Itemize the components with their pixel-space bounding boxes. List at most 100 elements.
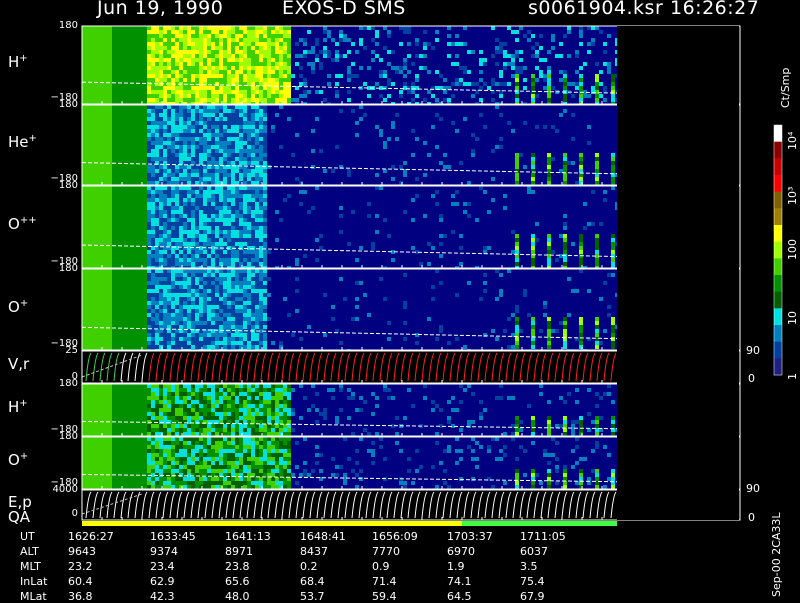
spectro-cell (215, 34, 219, 38)
spectro-cell (259, 305, 263, 309)
spectro-cell (159, 66, 163, 70)
spectro-cell (587, 26, 591, 30)
spectro-cell (159, 449, 163, 453)
spectro-cell (187, 26, 191, 30)
spectro-cell (211, 38, 215, 42)
spectro-cell (263, 388, 267, 392)
spectro-cell (199, 424, 203, 428)
spectro-cell (155, 485, 159, 489)
spectro-cell (183, 206, 187, 210)
spectro-cell (235, 117, 239, 121)
spectro-cell (511, 396, 515, 400)
spectro-cell (159, 445, 163, 449)
spectro-cell (379, 133, 383, 137)
spectro-cell (399, 42, 403, 46)
spectro-cell (163, 181, 167, 185)
spectro-cell (199, 169, 203, 173)
spectro-cell (175, 341, 179, 345)
spectro-cell (211, 325, 215, 329)
spectro-cell (167, 214, 171, 218)
spectro-cell (187, 226, 191, 230)
spectro-cell (195, 181, 199, 185)
spectro-cell (231, 325, 235, 329)
spectro-cell (219, 129, 223, 133)
spectro-cell (163, 169, 167, 173)
spectro-cell (167, 34, 171, 38)
spectro-cell (283, 297, 287, 301)
spectro-cell (491, 98, 495, 102)
spectro-cell (191, 190, 195, 194)
spectro-cell (563, 345, 567, 349)
spectro-cell (167, 309, 171, 313)
spectro-cell (307, 325, 311, 329)
spectro-cell (175, 277, 179, 281)
spectro-cell (163, 86, 167, 90)
spectro-cell (183, 277, 187, 281)
spectro-cell (215, 345, 219, 349)
spectro-cell (235, 86, 239, 90)
spectro-cell (243, 238, 247, 242)
spectro-cell (259, 202, 263, 206)
spectro-cell (147, 145, 151, 149)
spectro-cell (195, 66, 199, 70)
spectro-cell (183, 408, 187, 412)
spectro-cell (175, 226, 179, 230)
spectro-cell (263, 226, 267, 230)
spectro-cell (255, 30, 259, 34)
spectro-cell (267, 74, 271, 78)
spectro-cell (407, 70, 411, 74)
spectro-cell (255, 190, 259, 194)
spectro-cell (191, 337, 195, 341)
spectro-cell (159, 473, 163, 477)
spectro-cell (167, 445, 171, 449)
spectro-cell (187, 242, 191, 246)
spectro-cell (239, 105, 243, 109)
spectro-cell (259, 38, 263, 42)
spectro-cell (611, 258, 615, 262)
spectro-cell (207, 321, 211, 325)
spectro-cell (147, 269, 151, 273)
spectro-cell (251, 453, 255, 457)
spectro-cell (211, 149, 215, 153)
spectro-cell (171, 66, 175, 70)
spectro-cell (479, 58, 483, 62)
panel-bg-vr (82, 351, 617, 383)
spectro-cell (263, 78, 267, 82)
spectro-cell (167, 416, 171, 420)
spectro-cell (211, 289, 215, 293)
spectro-cell (155, 141, 159, 145)
spectro-cell (167, 153, 171, 157)
spectro-cell (183, 420, 187, 424)
spectro-cell (151, 388, 155, 392)
spectro-cell (159, 469, 163, 473)
spectro-cell (323, 408, 327, 412)
spectro-cell (235, 424, 239, 428)
spectro-cell (187, 74, 191, 78)
spectro-cell (215, 388, 219, 392)
spectro-cell (203, 404, 207, 408)
spectro-cell (275, 58, 279, 62)
spectro-cell (227, 137, 231, 141)
spectro-cell (207, 74, 211, 78)
spectro-cell (211, 54, 215, 58)
spectro-cell (231, 404, 235, 408)
spectro-cell (183, 222, 187, 226)
spectro-cell (271, 34, 275, 38)
spectro-cell (171, 30, 175, 34)
spectro-cell (147, 469, 151, 473)
spectro-cell (283, 412, 287, 416)
spectro-cell (399, 449, 403, 453)
spectro-cell (263, 412, 267, 416)
spectro-cell (195, 445, 199, 449)
spectro-cell (255, 169, 259, 173)
spectro-cell (187, 145, 191, 149)
spectro-cell (243, 441, 247, 445)
spectro-cell (239, 457, 243, 461)
spectro-cell (187, 198, 191, 202)
spectro-cell (579, 169, 583, 173)
spectro-cell (191, 121, 195, 125)
spectro-cell (147, 194, 151, 198)
spectro-cell (219, 117, 223, 121)
spectro-cell (167, 50, 171, 54)
spectro-cell (235, 194, 239, 198)
